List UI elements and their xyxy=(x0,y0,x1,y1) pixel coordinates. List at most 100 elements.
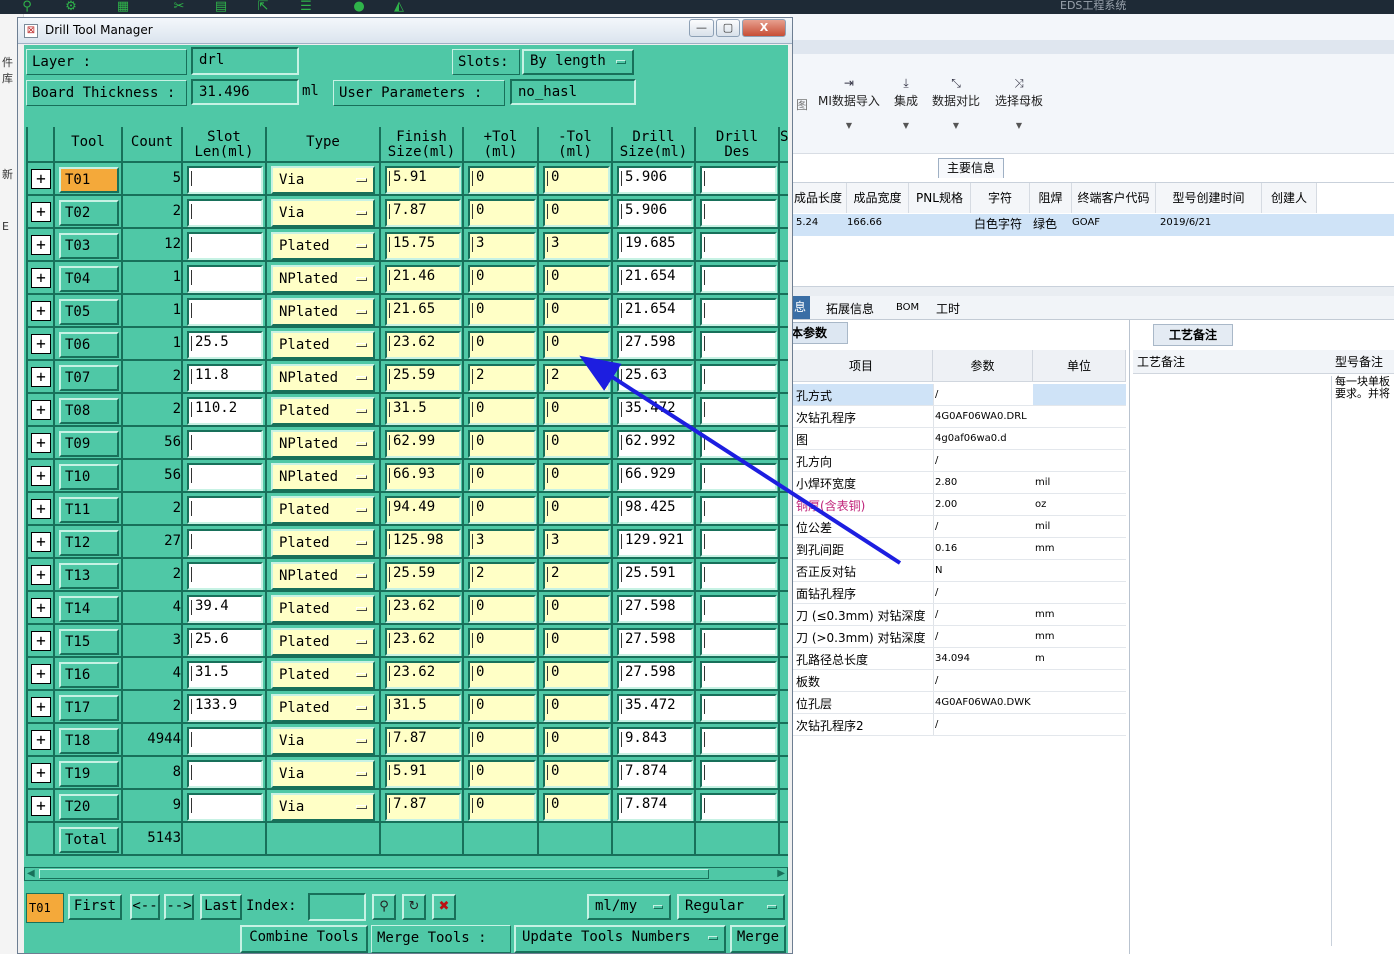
prev-button[interactable]: <-- xyxy=(130,894,160,920)
tool-button[interactable]: T04 xyxy=(59,266,119,292)
tab-basic-params[interactable]: 本参数 xyxy=(790,322,848,344)
type-dropdown[interactable]: Via xyxy=(271,760,375,788)
minus-tol-field[interactable]: 0 xyxy=(543,397,610,425)
finish-size-field[interactable]: 23.62 xyxy=(385,628,461,656)
splitter-handle[interactable] xyxy=(790,286,1394,296)
drill-des-field[interactable] xyxy=(700,331,777,359)
param-row[interactable]: 刀 (>0.3mm) 对钻深度 / mm xyxy=(790,626,1126,648)
type-dropdown[interactable]: Plated xyxy=(271,331,375,359)
drill-size-field[interactable]: 21.654 xyxy=(617,298,693,326)
gear-icon[interactable]: ⚙ xyxy=(60,0,82,14)
ribbon-compare-button[interactable]: ⤡ 数据对比 ▼ xyxy=(932,76,980,130)
expand-icon[interactable]: + xyxy=(31,301,51,321)
finish-size-field[interactable]: 23.62 xyxy=(385,331,461,359)
slot-len-field[interactable]: 11.8 xyxy=(187,364,263,392)
finish-size-field[interactable]: 23.62 xyxy=(385,661,461,689)
user-icon[interactable]: ● xyxy=(348,0,370,14)
expand-icon[interactable]: + xyxy=(31,499,51,519)
finish-size-field[interactable]: 5.91 xyxy=(385,166,461,194)
drill-size-field[interactable]: 66.929 xyxy=(617,463,693,491)
slot-len-field[interactable] xyxy=(187,166,263,194)
plus-tol-field[interactable]: 0 xyxy=(468,397,536,425)
slot-len-field[interactable]: 39.4 xyxy=(187,595,263,623)
minus-tol-field[interactable]: 3 xyxy=(543,232,610,260)
drill-size-field[interactable]: 9.843 xyxy=(617,727,693,755)
plus-tol-field[interactable]: 0 xyxy=(468,265,536,293)
minus-tol-field[interactable]: 0 xyxy=(543,298,610,326)
expand-icon[interactable]: + xyxy=(31,367,51,387)
drill-des-field[interactable] xyxy=(700,430,777,458)
tool-button[interactable]: T09 xyxy=(59,431,119,457)
param-row[interactable]: 到孔间距 0.16 mm xyxy=(790,538,1126,560)
drill-size-field[interactable]: 5.906 xyxy=(617,166,693,194)
minus-tol-field[interactable]: 0 xyxy=(543,199,610,227)
finish-size-field[interactable]: 21.46 xyxy=(385,265,461,293)
finish-size-field[interactable]: 31.5 xyxy=(385,694,461,722)
update-tools-dropdown[interactable]: Update Tools Numbers xyxy=(514,925,726,953)
plus-tol-field[interactable]: 0 xyxy=(468,727,536,755)
last-button[interactable]: Last xyxy=(200,894,242,920)
tool-button[interactable]: T18 xyxy=(59,728,119,754)
slot-len-field[interactable] xyxy=(187,727,263,755)
slot-len-field[interactable] xyxy=(187,793,263,821)
minus-tol-field[interactable]: 0 xyxy=(543,463,610,491)
minus-tol-field[interactable]: 0 xyxy=(543,265,610,293)
finish-size-field[interactable]: 23.62 xyxy=(385,595,461,623)
drill-des-field[interactable] xyxy=(700,628,777,656)
tab-bom[interactable]: BOM xyxy=(896,302,919,313)
plus-tol-field[interactable]: 0 xyxy=(468,760,536,788)
param-row[interactable]: 位孔层 4G0AF06WA0.DWK xyxy=(790,692,1126,714)
slot-len-field[interactable] xyxy=(187,760,263,788)
expand-icon[interactable]: + xyxy=(31,763,51,783)
type-dropdown[interactable]: Plated xyxy=(271,529,375,557)
param-row[interactable]: 刀 (≤0.3mm) 对钻深度 / mm xyxy=(790,604,1126,626)
minus-tol-field[interactable]: 0 xyxy=(543,793,610,821)
finish-size-field[interactable]: 7.87 xyxy=(385,793,461,821)
type-dropdown[interactable]: Plated xyxy=(271,496,375,524)
list-icon[interactable]: ☰ xyxy=(295,0,317,14)
param-row[interactable]: 铜厚(含表铜) 2.00 oz xyxy=(790,494,1126,516)
type-dropdown[interactable]: Via xyxy=(271,793,375,821)
drill-des-field[interactable] xyxy=(700,694,777,722)
type-dropdown[interactable]: Plated xyxy=(271,694,375,722)
slot-len-field[interactable]: 25.5 xyxy=(187,331,263,359)
finish-size-field[interactable]: 62.99 xyxy=(385,430,461,458)
tab-extended-info[interactable]: 拓展信息 xyxy=(826,300,874,317)
ribbon-integrate-button[interactable]: ⤓ 集成 ▼ xyxy=(894,76,918,130)
tool-button[interactable]: T14 xyxy=(59,596,119,622)
slots-dropdown[interactable]: By length xyxy=(522,49,634,75)
ribbon-mi-import-button[interactable]: ⇥ MI数据导入 ▼ xyxy=(818,76,880,130)
type-dropdown[interactable]: Plated xyxy=(271,397,375,425)
close-button[interactable]: X xyxy=(742,19,786,37)
tool-button[interactable]: T02 xyxy=(59,200,119,226)
horizontal-scrollbar[interactable]: ◀ ▶ xyxy=(24,867,788,881)
finish-size-field[interactable]: 31.5 xyxy=(385,397,461,425)
tool-button[interactable]: T15 xyxy=(59,629,119,655)
type-dropdown[interactable]: NPlated xyxy=(271,430,375,458)
drill-size-field[interactable]: 7.874 xyxy=(617,760,693,788)
plus-tol-field[interactable]: 0 xyxy=(468,628,536,656)
param-row[interactable]: 位公差 / mil xyxy=(790,516,1126,538)
expand-icon[interactable]: + xyxy=(31,697,51,717)
drill-des-field[interactable] xyxy=(700,364,777,392)
plus-tol-field[interactable]: 0 xyxy=(468,595,536,623)
drill-des-field[interactable] xyxy=(700,199,777,227)
tab-main-info[interactable]: 主要信息 xyxy=(938,158,1004,178)
drill-des-field[interactable] xyxy=(700,760,777,788)
param-row[interactable]: 图 4g0af06wa0.d xyxy=(790,428,1126,450)
next-button[interactable]: --> xyxy=(164,894,194,920)
finish-size-field[interactable]: 25.59 xyxy=(385,364,461,392)
drill-des-field[interactable] xyxy=(700,793,777,821)
minus-tol-field[interactable]: 0 xyxy=(543,331,610,359)
slot-len-field[interactable]: 25.6 xyxy=(187,628,263,656)
drill-size-field[interactable]: 25.591 xyxy=(617,562,693,590)
plus-tol-field[interactable]: 0 xyxy=(468,793,536,821)
plus-tol-field[interactable]: 2 xyxy=(468,562,536,590)
plus-tol-field[interactable]: 0 xyxy=(468,463,536,491)
drill-size-field[interactable]: 35.472 xyxy=(617,397,693,425)
drill-size-field[interactable]: 35.472 xyxy=(617,694,693,722)
tool-button[interactable]: T05 xyxy=(59,299,119,325)
type-dropdown[interactable]: Plated xyxy=(271,232,375,260)
param-row[interactable]: 次钻孔程序 4G0AF06WA0.DRL xyxy=(790,406,1126,428)
drill-des-field[interactable] xyxy=(700,562,777,590)
